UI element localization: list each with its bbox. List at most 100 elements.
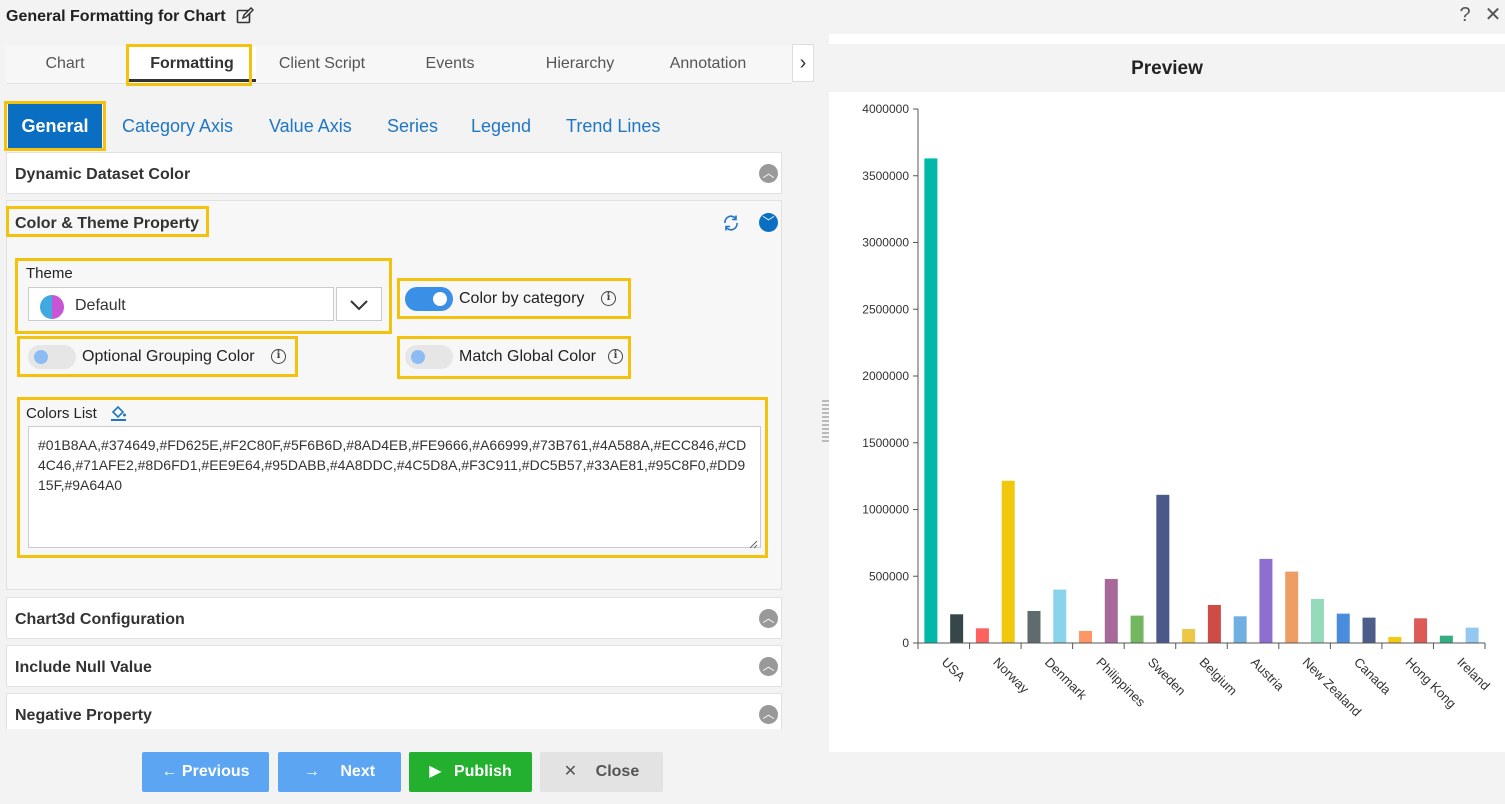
y-tick-label: 0 xyxy=(902,636,909,650)
help-icon[interactable]: ? xyxy=(1456,4,1474,26)
x-tick-label: Austria xyxy=(1248,655,1288,695)
info-icon[interactable]: i xyxy=(608,349,623,364)
bar[interactable] xyxy=(1310,598,1324,643)
bar-chart: 0 500000 1000000 1500000 2000000 2500000 30000… xyxy=(862,102,1493,719)
paint-bucket-icon[interactable] xyxy=(110,404,127,421)
x-tick-label: Belgium xyxy=(1196,655,1240,699)
bar[interactable] xyxy=(1414,618,1428,643)
arrow-right-icon: → xyxy=(303,763,325,780)
tab-annotation[interactable]: Annotation xyxy=(646,46,770,82)
y-tick-label: 2500000 xyxy=(862,302,909,316)
tab-hierarchy[interactable]: Hierarchy xyxy=(514,46,646,82)
match-global-color-toggle[interactable] xyxy=(405,345,453,369)
colors-list-textarea[interactable]: #01B8AA,#374649,#FD625E,#F2C80F,#5F6B6D,… xyxy=(28,426,761,548)
tab-chart[interactable]: Chart xyxy=(6,46,124,82)
close-icon[interactable]: ✕ xyxy=(1484,4,1502,26)
theme-select[interactable] xyxy=(28,287,334,321)
theme-value: Default xyxy=(75,297,126,314)
dialog-title: General Formatting for Chart xyxy=(6,8,226,25)
dynamic-dataset-color-panel[interactable]: Dynamic Dataset Color ︿ xyxy=(6,152,782,194)
y-axis: 0 500000 1000000 1500000 2000000 2500000 30000… xyxy=(862,102,919,650)
bar[interactable] xyxy=(1027,610,1041,643)
color-by-category-label: Color by category xyxy=(459,290,585,307)
previous-button[interactable]: ← Previous xyxy=(142,752,269,792)
panel-title: Color & Theme Property xyxy=(15,215,200,232)
preview-footer xyxy=(829,752,1505,804)
info-icon[interactable]: i xyxy=(271,349,286,364)
tab-events[interactable]: Events xyxy=(386,46,514,82)
expand-chevron-icon[interactable]: ︿ xyxy=(759,164,778,183)
expand-chevron-icon[interactable]: ︿ xyxy=(759,705,778,724)
bar[interactable] xyxy=(1104,578,1118,643)
bar[interactable] xyxy=(1259,558,1273,643)
y-tick-label: 1500000 xyxy=(862,436,909,450)
optional-grouping-color-label: Optional Grouping Color xyxy=(82,348,255,365)
refresh-icon[interactable] xyxy=(722,214,740,232)
bar[interactable] xyxy=(1079,630,1093,643)
edit-icon[interactable] xyxy=(236,6,255,25)
next-button[interactable]: → Next xyxy=(278,752,401,792)
bar[interactable] xyxy=(1336,613,1350,643)
bar[interactable] xyxy=(1130,615,1144,643)
y-tick-label: 3000000 xyxy=(862,236,909,250)
close-icon: ✕ xyxy=(563,763,582,780)
tab-formatting[interactable]: Formatting xyxy=(128,46,256,82)
panel-title: Negative Property xyxy=(15,707,152,724)
x-tick-label: Norway xyxy=(990,655,1032,697)
bar[interactable] xyxy=(1439,635,1453,643)
panel-title: Dynamic Dataset Color xyxy=(15,166,191,183)
tab-client-script[interactable]: Client Script xyxy=(258,46,386,82)
close-button[interactable]: ✕ Close xyxy=(540,752,663,792)
x-tick-label: Denmark xyxy=(1042,655,1090,703)
bar[interactable] xyxy=(1156,494,1170,643)
tabs-scroll-right-icon[interactable]: › xyxy=(792,44,814,82)
bar[interactable] xyxy=(1207,604,1221,643)
x-tick-label: Philippines xyxy=(1093,655,1148,710)
bar[interactable] xyxy=(924,158,938,643)
color-by-category-toggle[interactable] xyxy=(405,287,453,311)
subtab-series[interactable]: Series xyxy=(387,104,438,148)
info-icon[interactable]: i xyxy=(601,291,616,306)
bar[interactable] xyxy=(1465,627,1479,643)
x-tick-label: Sweden xyxy=(1145,655,1189,699)
bar[interactable] xyxy=(1285,571,1299,643)
expand-chevron-icon[interactable]: ︿ xyxy=(759,609,778,628)
x-tick-label: Ireland xyxy=(1454,655,1493,694)
panel-resize-grip[interactable] xyxy=(822,400,829,444)
resize-handle-icon[interactable] xyxy=(748,536,758,549)
bar[interactable] xyxy=(1053,589,1067,643)
subtab-value-axis[interactable]: Value Axis xyxy=(269,104,352,148)
subtab-general[interactable]: General xyxy=(8,104,102,148)
include-null-value-panel[interactable]: Include Null Value ︿ xyxy=(6,645,782,687)
bar[interactable] xyxy=(975,628,989,643)
y-tick-label: 2000000 xyxy=(862,369,909,383)
expand-chevron-icon[interactable]: ︿ xyxy=(759,657,778,676)
bar[interactable] xyxy=(1388,636,1402,643)
bar[interactable] xyxy=(1001,480,1015,643)
bar[interactable] xyxy=(1233,616,1247,643)
subtab-trend-lines[interactable]: Trend Lines xyxy=(566,104,660,148)
subtab-category-axis[interactable]: Category Axis xyxy=(122,104,233,148)
publish-button[interactable]: ▶ Publish xyxy=(409,752,532,792)
bar[interactable] xyxy=(950,614,964,643)
y-tick-label: 4000000 xyxy=(862,102,909,116)
x-tick-label: USA xyxy=(939,655,969,685)
bar[interactable] xyxy=(1362,617,1376,643)
panel-title: Include Null Value xyxy=(15,659,152,676)
bars xyxy=(924,158,1479,643)
optional-grouping-color-toggle[interactable] xyxy=(28,345,76,369)
x-tick-label: Canada xyxy=(1351,655,1394,698)
theme-swatch-icon xyxy=(40,295,64,319)
chart3d-configuration-panel[interactable]: Chart3d Configuration ︿ xyxy=(6,597,782,639)
colors-list-label: Colors List xyxy=(26,405,97,422)
chevron-down-icon[interactable] xyxy=(336,287,382,321)
x-tick-label: Hong Kong xyxy=(1403,655,1460,712)
x-axis: USA Norway Denmark PhilippinesSweden Belgium… xyxy=(917,642,1493,719)
top-tab-bar: Chart Formatting Client Script Events Hi… xyxy=(6,46,792,84)
negative-property-panel[interactable]: Negative Property ︿ xyxy=(6,693,782,729)
y-tick-label: 1000000 xyxy=(862,503,909,517)
subtab-legend[interactable]: Legend xyxy=(471,104,531,148)
collapse-chevron-icon[interactable]: ﹀ xyxy=(759,213,778,232)
preview-title: Preview xyxy=(1131,58,1203,79)
bar[interactable] xyxy=(1182,628,1196,643)
